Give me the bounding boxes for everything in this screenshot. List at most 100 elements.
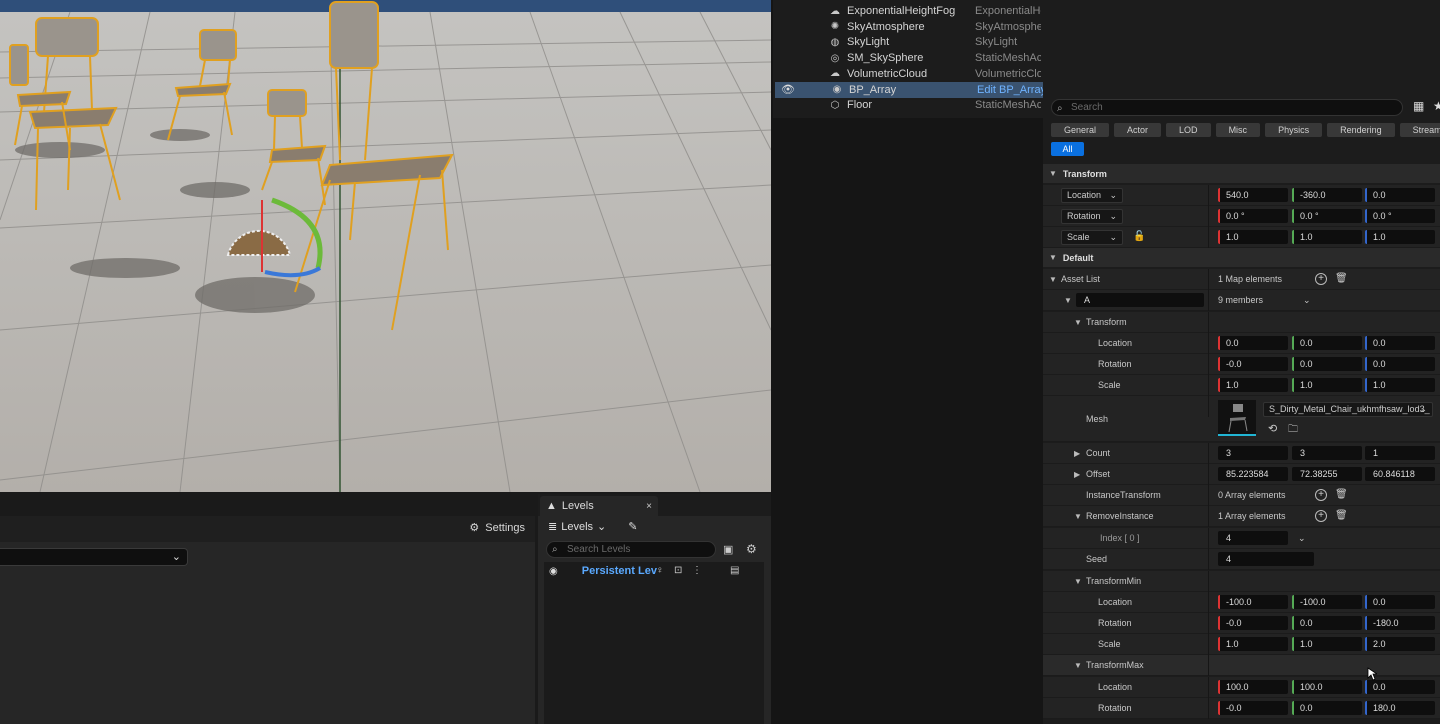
property-row: Rotation -0.0 0.0 0.0 [1043,354,1440,375]
use-selected-icon[interactable]: ⟲ [1268,422,1277,435]
collapse-arrow-icon[interactable]: ▼ [1049,275,1057,284]
number-field[interactable]: 0.0 [1292,701,1362,715]
collapse-arrow-icon[interactable]: ▼ [1074,512,1082,521]
trash-icon[interactable]: 🗑 [1335,489,1348,500]
pencil-icon[interactable]: ✎ [628,520,637,533]
outliner-row[interactable]: 👁 ◉ BP_Array Edit BP_Array [775,81,1045,98]
property-row: InstanceTransform 0 Array elements + 🗑 [1043,485,1440,506]
levels-dropdown-button[interactable]: ≣ Levels ⌄ ✎ [548,520,637,534]
lightbulb-icon[interactable]: ♀ [656,565,664,576]
eye-icon[interactable]: 👁 [781,83,795,96]
expand-arrow-icon[interactable]: ▶ [1074,449,1080,458]
number-field[interactable]: -0.0 [1218,701,1288,715]
number-field[interactable]: 1.0 [1218,637,1288,651]
number-field[interactable]: 0.0 [1218,336,1288,350]
number-field[interactable]: 0.0 [1292,357,1362,371]
number-field[interactable]: -100.0 [1218,595,1288,609]
property-label: Location [1098,682,1133,692]
number-field[interactable]: 1.0 [1292,378,1362,392]
number-field[interactable]: 0.0 [1292,616,1362,630]
collapse-arrow-icon[interactable]: ▼ [1074,661,1082,670]
property-label: Seed [1086,554,1108,564]
number-field[interactable]: 0.0 [1365,680,1435,694]
outliner-row[interactable]: ✺ SkyAtmosphere SkyAtmosphe [773,19,1043,35]
seed-field[interactable]: 4 [1218,552,1314,566]
lock-icon[interactable]: 🔓 [1133,231,1145,242]
filter-dropdown[interactable]: ⌄ [0,548,188,566]
add-element-icon[interactable]: + [1315,273,1327,285]
property-row: Location 0.0 0.0 0.0 [1043,333,1440,354]
number-field[interactable]: 0.0 [1365,357,1435,371]
level-viewport[interactable] [0,0,771,492]
tab-levels[interactable]: ▲ Levels × [540,496,658,516]
property-row: ▼ Asset List 1 Map elements + 🗑 [1043,269,1440,290]
map-key-field[interactable]: A [1076,293,1204,307]
number-field[interactable]: 1.0 [1365,378,1435,392]
number-field[interactable]: -0.0 [1218,357,1288,371]
number-field[interactable]: 1.0 [1365,230,1435,244]
index-field[interactable]: 4 [1218,531,1288,545]
save-icon[interactable]: ▤ [730,565,739,576]
levels-search-input[interactable]: ⌕ Search Levels [546,541,716,558]
number-field[interactable]: 85.223584 [1218,467,1288,481]
location-mode-dropdown[interactable]: Location ⌄ [1061,188,1123,203]
collapse-arrow-icon[interactable]: ▼ [1064,296,1072,305]
section-default[interactable]: ▼ Default [1043,248,1440,267]
number-field[interactable]: 1.0 [1218,230,1288,244]
number-field[interactable]: 1.0 [1218,378,1288,392]
number-field[interactable]: 72.38255 [1292,467,1362,481]
collapse-arrow-icon: ▼ [1049,169,1057,178]
chevron-down-icon[interactable]: ⌄ [1298,528,1306,549]
expand-arrow-icon[interactable]: ▶ [1074,470,1080,479]
add-element-icon[interactable]: + [1315,489,1327,501]
number-field[interactable]: 3 [1218,446,1288,460]
number-field[interactable]: 540.0 [1218,188,1288,202]
mesh-asset-dropdown[interactable]: S_Dirty_Metal_Chair_ukhmfhsaw_lod3_ ⌄ [1263,402,1433,417]
hierarchy-icon[interactable]: ⋮ [692,565,702,576]
add-element-icon[interactable]: + [1315,510,1327,522]
number-field[interactable]: -0.0 [1218,616,1288,630]
number-field[interactable]: 180.0 [1365,701,1435,715]
number-field[interactable]: 0.0 [1365,188,1435,202]
outliner-row[interactable]: ☁ VolumetricCloud VolumetricClo [773,66,1043,82]
number-field[interactable]: 3 [1292,446,1362,460]
number-field[interactable]: 1.0 [1292,230,1362,244]
number-field[interactable]: -180.0 [1365,616,1435,630]
number-field[interactable]: 60.846118 [1365,467,1435,481]
trash-icon[interactable]: 🗑 [1335,510,1348,521]
mesh-thumbnail[interactable] [1218,400,1256,436]
scale-mode-dropdown[interactable]: Scale ⌄ [1061,230,1123,245]
number-field[interactable]: 0.0 [1365,595,1435,609]
browse-asset-icon[interactable]: 🗀 [1288,422,1298,439]
number-field[interactable]: 0.0 [1365,336,1435,350]
number-field[interactable]: 1.0 [1292,637,1362,651]
property-row: ▼ A 9 members ⌄ [1043,290,1440,311]
outliner-row[interactable]: ◎ SM_SkySphere StaticMeshAc [773,50,1043,66]
settings-button[interactable]: ⚙ Settings [469,521,525,535]
number-field[interactable]: 100.0 [1218,680,1288,694]
number-field[interactable]: 0.0 ° [1292,209,1362,223]
gear-icon[interactable]: ⚙ [746,542,757,556]
rotation-mode-dropdown[interactable]: Rotation ⌄ [1061,209,1123,224]
trash-icon[interactable]: 🗑 [1335,273,1348,284]
outliner-row[interactable]: ☁ ExponentialHeightFog ExponentialHe [773,3,1043,19]
number-field[interactable]: 1 [1365,446,1435,460]
number-field[interactable]: 0.0 ° [1218,209,1288,223]
collapse-arrow-icon[interactable]: ▼ [1074,318,1082,327]
outliner-row[interactable]: ◍ SkyLight SkyLight [773,34,1043,50]
number-field[interactable]: 100.0 [1292,680,1362,694]
collapse-arrow-icon[interactable]: ▼ [1074,577,1082,586]
number-field[interactable]: 0.0 [1292,336,1362,350]
section-transform[interactable]: ▼ Transform [1043,164,1440,183]
number-field[interactable]: -360.0 [1292,188,1362,202]
chevron-down-icon[interactable]: ⌄ [1303,290,1311,311]
close-icon[interactable]: × [646,501,652,512]
number-field[interactable]: 0.0 ° [1365,209,1435,223]
lock-icon[interactable]: ⊡ [674,565,682,576]
eye-icon[interactable]: ◉ [549,566,558,577]
outliner-row[interactable]: ⬡ Floor StaticMeshAc [773,97,1043,113]
number-field[interactable]: -100.0 [1292,595,1362,609]
number-field[interactable]: 2.0 [1365,637,1435,651]
folder-icon[interactable]: ▣ [723,543,733,556]
property-label: Mesh [1086,414,1109,424]
